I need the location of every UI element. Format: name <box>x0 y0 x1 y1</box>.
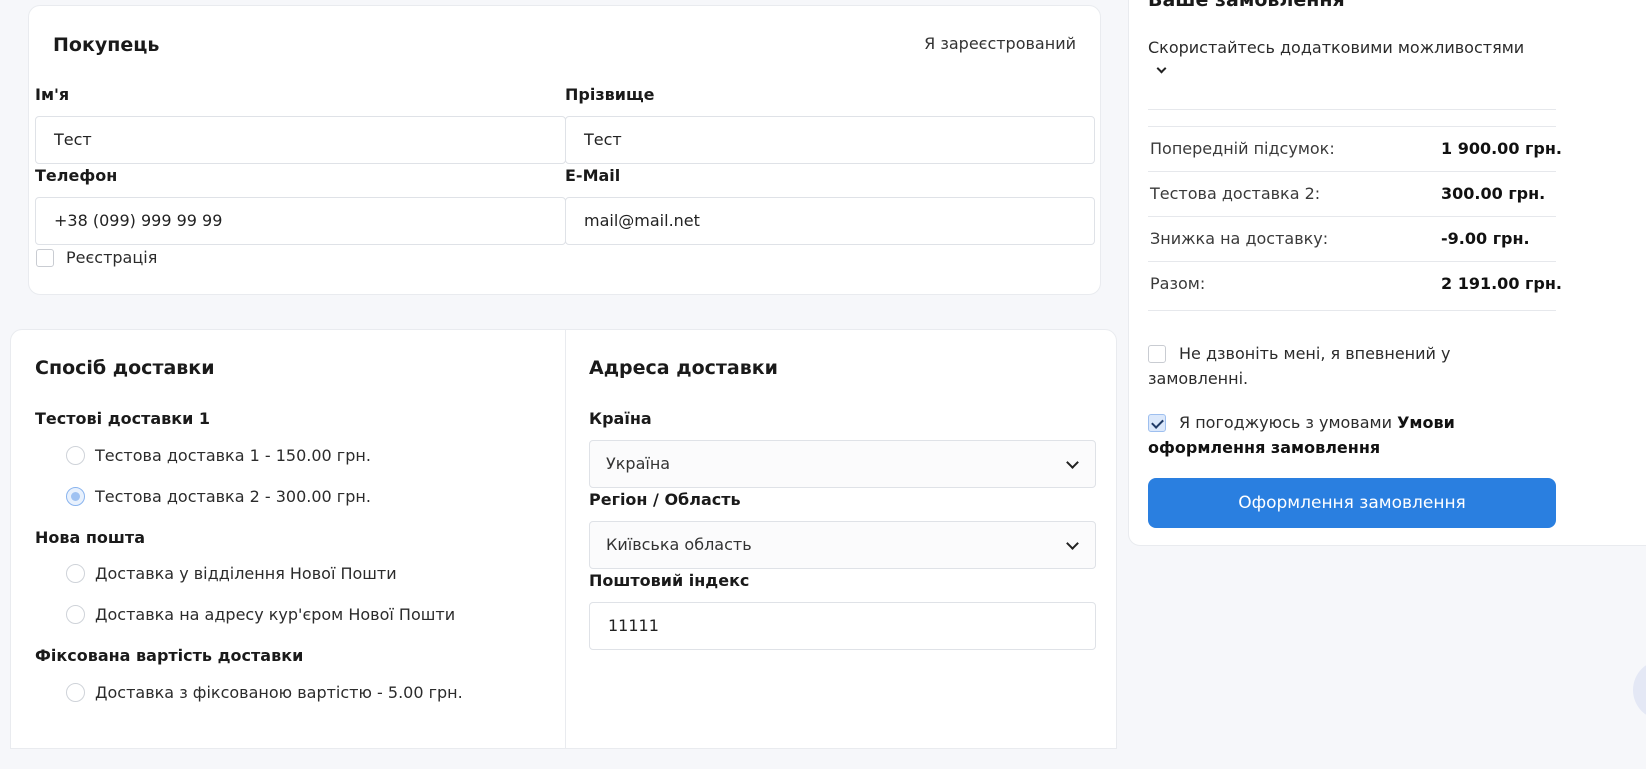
submit-order-button[interactable]: Оформлення замовлення <box>1148 478 1556 528</box>
last-name-input[interactable]: Тест <box>565 116 1095 164</box>
address-title: Адреса доставки <box>589 357 778 379</box>
email-label: E-Mail <box>565 166 621 185</box>
chevron-down-icon <box>1066 537 1079 550</box>
no-call-label: Не дзвоніть мені, я впевнений у замовлен… <box>1148 344 1451 388</box>
country-select-value: Україна <box>606 454 671 473</box>
delivery-method-card: Спосіб доставки Тестові доставки 1 Тесто… <box>10 329 566 749</box>
summary-label: Разом: <box>1150 274 1206 293</box>
order-summary-card: Ваше замовлення Скористайтесь додатковим… <box>1128 0 1646 546</box>
delivery-option-label[interactable]: Доставка з фіксованою вартістю - 5.00 гр… <box>95 683 463 702</box>
delivery-option-radio-selected[interactable] <box>66 487 85 506</box>
order-title: Ваше замовлення <box>1148 0 1345 11</box>
region-select-value: Київська область <box>606 535 752 554</box>
delivery-group-title: Тестові доставки 1 <box>35 409 211 428</box>
buyer-card: Покупець Я зареєстрований Ім'я Тест Пріз… <box>28 5 1101 295</box>
delivery-option-radio[interactable] <box>66 683 85 702</box>
delivery-address-card: Адреса доставки Країна Україна Регіон / … <box>565 329 1117 749</box>
register-checkbox[interactable] <box>36 249 54 267</box>
buyer-title: Покупець <box>53 34 160 56</box>
summary-row: Тестова доставка 2: 300.00 грн. <box>1148 172 1556 217</box>
country-label: Країна <box>589 409 652 428</box>
delivery-option-label[interactable]: Доставка на адресу кур'єром Нової Пошти <box>95 605 455 624</box>
chat-widget-button[interactable] <box>1633 660 1646 720</box>
first-name-input[interactable]: Тест <box>35 116 566 164</box>
summary-value: -9.00 грн. <box>1441 229 1530 248</box>
divider <box>1148 109 1556 110</box>
delivery-option-radio[interactable] <box>66 605 85 624</box>
delivery-option-label[interactable]: Доставка у відділення Нової Пошти <box>95 564 397 583</box>
phone-input[interactable]: +38 (099) 999 99 99 <box>35 197 566 245</box>
country-select[interactable]: Україна <box>589 440 1096 488</box>
delivery-group-title: Нова пошта <box>35 528 145 547</box>
summary-total-value: 2 191.00 грн. <box>1441 274 1562 293</box>
delivery-option-radio[interactable] <box>66 446 85 465</box>
chevron-down-icon[interactable] <box>1156 63 1167 74</box>
agree-terms-text: Я погоджуюсь з умовами Умови оформлення … <box>1148 410 1478 460</box>
summary-label: Попередній підсумок: <box>1150 139 1335 158</box>
delivery-title: Спосіб доставки <box>35 357 215 379</box>
first-name-label: Ім'я <box>35 85 70 104</box>
delivery-option-label[interactable]: Тестова доставка 1 - 150.00 грн. <box>95 446 371 465</box>
summary-row: Попередній підсумок: 1 900.00 грн. <box>1148 127 1562 172</box>
postcode-label: Поштовий індекс <box>589 571 750 590</box>
summary-label: Тестова доставка 2: <box>1150 184 1321 203</box>
phone-label: Телефон <box>35 166 118 185</box>
summary-row-total: Разом: 2 191.00 грн. <box>1148 262 1562 310</box>
email-input[interactable]: mail@mail.net <box>565 197 1095 245</box>
agree-terms-label: Я погоджуюсь з умовами <box>1179 413 1392 432</box>
summary-value: 1 900.00 грн. <box>1441 139 1562 158</box>
region-label: Регіон / Область <box>589 490 741 509</box>
delivery-option-label[interactable]: Тестова доставка 2 - 300.00 грн. <box>95 487 371 506</box>
last-name-label: Прізвище <box>565 85 655 104</box>
extra-options-toggle[interactable]: Скористайтесь додатковими можливостями <box>1148 38 1524 57</box>
postcode-input[interactable]: 11111 <box>589 602 1096 650</box>
summary-label: Знижка на доставку: <box>1150 229 1329 248</box>
register-label: Реєстрація <box>66 248 158 267</box>
summary-value: 300.00 грн. <box>1441 184 1546 203</box>
delivery-group-title: Фіксована вартість доставки <box>35 646 304 665</box>
registered-link[interactable]: Я зареєстрований <box>924 34 1076 53</box>
region-select[interactable]: Київська область <box>589 521 1096 569</box>
order-summary-table: Попередній підсумок: 1 900.00 грн. Тесто… <box>1148 126 1562 311</box>
chevron-down-icon <box>1066 456 1079 469</box>
checkout-page: Покупець Я зареєстрований Ім'я Тест Пріз… <box>0 0 1646 769</box>
delivery-option-radio[interactable] <box>66 564 85 583</box>
summary-row: Знижка на доставку: -9.00 грн. <box>1148 217 1556 262</box>
